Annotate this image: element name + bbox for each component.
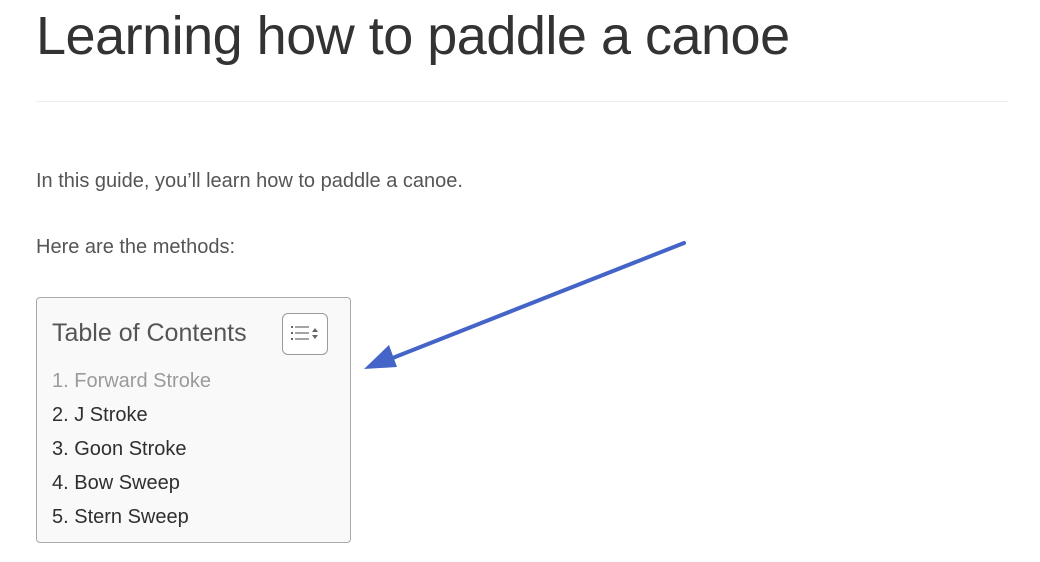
arrow-head	[364, 345, 397, 369]
toc-link-forward-stroke[interactable]: 1. Forward Stroke	[52, 364, 211, 398]
title-divider	[36, 101, 1008, 102]
toc-link-stern-sweep[interactable]: 5. Stern Sweep	[52, 500, 211, 534]
table-of-contents: Table of Contents 1. Forward Stroke 2. J…	[36, 297, 351, 543]
page-title: Learning how to paddle a canoe	[36, 6, 790, 66]
methods-paragraph: Here are the methods:	[36, 236, 235, 258]
toc-title: Table of Contents	[52, 319, 247, 347]
arrow-shaft	[383, 241, 686, 363]
toc-list: 1. Forward Stroke 2. J Stroke 3. Goon St…	[52, 364, 211, 534]
toc-toggle-button[interactable]	[282, 313, 328, 355]
list-toggle-icon	[291, 326, 318, 340]
intro-paragraph: In this guide, you’ll learn how to paddl…	[36, 170, 463, 192]
toc-link-goon-stroke[interactable]: 3. Goon Stroke	[52, 432, 211, 466]
toc-link-bow-sweep[interactable]: 4. Bow Sweep	[52, 466, 211, 500]
toc-link-j-stroke[interactable]: 2. J Stroke	[52, 398, 211, 432]
